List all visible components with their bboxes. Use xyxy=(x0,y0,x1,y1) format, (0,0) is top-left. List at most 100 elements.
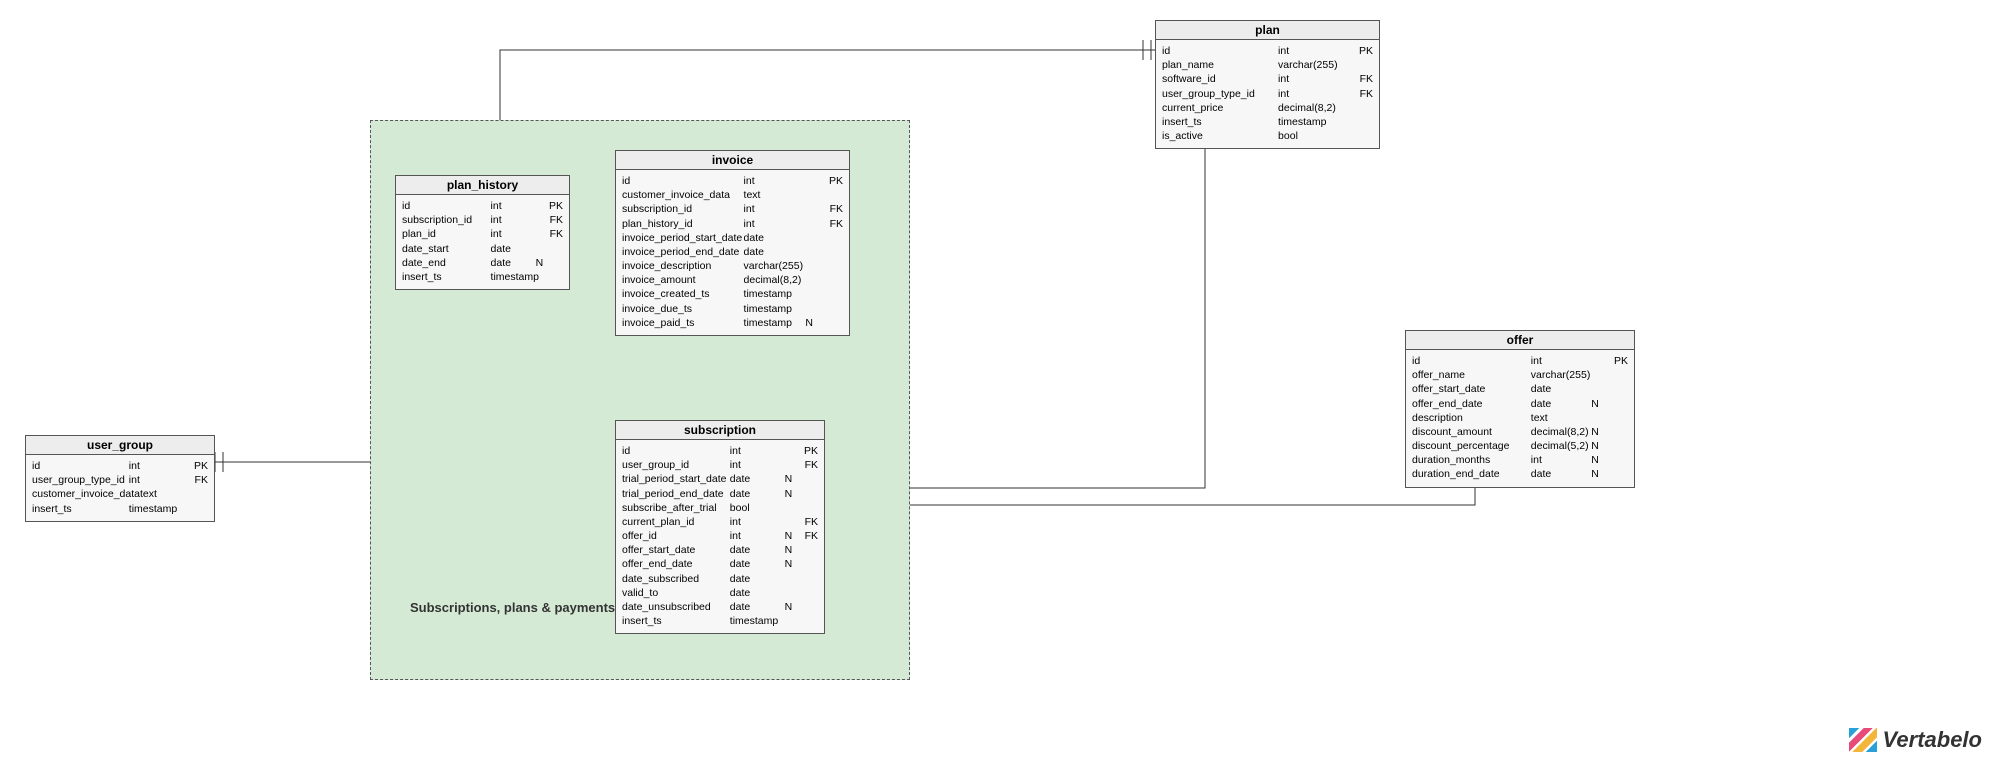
column-name: current_price xyxy=(1162,101,1278,115)
column-name: plan_id xyxy=(402,227,491,241)
column-name: offer_id xyxy=(622,529,730,543)
column-row: trial_period_end_datedateN xyxy=(622,487,818,501)
column-key xyxy=(1606,439,1628,453)
entity-plan-history: plan_history idintPKsubscription_idintFK… xyxy=(395,175,570,290)
column-nullable xyxy=(805,259,820,273)
column-type: int xyxy=(1278,87,1337,101)
column-key xyxy=(1352,58,1373,72)
column-row: invoice_descriptionvarchar(255) xyxy=(622,259,843,273)
column-nullable xyxy=(1337,72,1352,86)
column-key xyxy=(1352,129,1373,143)
column-type: date xyxy=(1531,467,1591,481)
column-row: subscribe_after_trialbool xyxy=(622,501,818,515)
column-type: int xyxy=(730,515,785,529)
column-type: timestamp xyxy=(730,614,785,628)
column-type: decimal(8,2) xyxy=(744,273,806,287)
column-name: invoice_amount xyxy=(622,273,744,287)
entity-title: plan xyxy=(1156,21,1379,40)
column-name: id xyxy=(622,174,744,188)
column-nullable: N xyxy=(1591,425,1606,439)
column-nullable xyxy=(536,213,547,227)
column-nullable xyxy=(785,586,799,600)
column-row: trial_period_start_datedateN xyxy=(622,472,818,486)
column-nullable xyxy=(805,245,820,259)
column-row: insert_tstimestamp xyxy=(622,614,818,628)
column-nullable xyxy=(805,273,820,287)
column-nullable xyxy=(1591,368,1606,382)
column-key xyxy=(1606,467,1628,481)
column-row: date_unsubscribeddateN xyxy=(622,600,818,614)
column-name: trial_period_start_date xyxy=(622,472,730,486)
column-nullable: N xyxy=(1591,453,1606,467)
column-row: idintPK xyxy=(32,459,208,473)
column-name: subscription_id xyxy=(622,202,744,216)
column-name: duration_end_date xyxy=(1412,467,1531,481)
column-row: idintPK xyxy=(622,444,818,458)
column-row: date_subscribeddate xyxy=(622,572,818,586)
entity-columns: idintPKsubscription_idintFKplan_idintFKd… xyxy=(396,195,569,289)
column-row: invoice_paid_tstimestampN xyxy=(622,316,843,330)
column-key: FK xyxy=(190,473,208,487)
column-key xyxy=(1606,411,1628,425)
column-key: FK xyxy=(798,515,818,529)
column-key xyxy=(821,287,843,301)
column-key: PK xyxy=(547,199,563,213)
column-nullable xyxy=(1337,101,1352,115)
column-row: user_group_type_idintFK xyxy=(1162,87,1373,101)
column-name: invoice_period_end_date xyxy=(622,245,744,259)
column-nullable xyxy=(178,473,190,487)
column-row: date_enddateN xyxy=(402,256,563,270)
column-type: decimal(8,2) xyxy=(1531,425,1591,439)
column-row: plan_idintFK xyxy=(402,227,563,241)
column-type: int xyxy=(1531,453,1591,467)
column-nullable xyxy=(805,217,820,231)
column-type: date xyxy=(491,242,536,256)
column-row: invoice_period_end_datedate xyxy=(622,245,843,259)
column-name: is_active xyxy=(1162,129,1278,143)
column-row: invoice_created_tstimestamp xyxy=(622,287,843,301)
column-key: FK xyxy=(798,529,818,543)
column-name: user_group_id xyxy=(622,458,730,472)
column-name: invoice_paid_ts xyxy=(622,316,744,330)
column-row: user_group_idintFK xyxy=(622,458,818,472)
column-type: bool xyxy=(1278,129,1337,143)
entity-title: invoice xyxy=(616,151,849,170)
column-row: current_pricedecimal(8,2) xyxy=(1162,101,1373,115)
column-type: date xyxy=(730,586,785,600)
column-nullable xyxy=(1338,58,1353,72)
column-nullable xyxy=(189,487,201,501)
column-row: software_idintFK xyxy=(1162,72,1373,86)
column-key: FK xyxy=(798,458,818,472)
column-row: discount_percentagedecimal(5,2)N xyxy=(1412,439,1628,453)
column-name: offer_start_date xyxy=(1412,382,1531,396)
column-nullable: N xyxy=(785,600,799,614)
column-type: text xyxy=(140,487,189,501)
column-nullable xyxy=(1591,382,1606,396)
column-name: plan_history_id xyxy=(622,217,744,231)
entity-columns: idintPKplan_namevarchar(255)software_idi… xyxy=(1156,40,1379,148)
column-type: date xyxy=(730,472,785,486)
column-row: valid_todate xyxy=(622,586,818,600)
column-type: date xyxy=(1531,382,1591,396)
column-row: offer_end_datedateN xyxy=(1412,397,1628,411)
column-key xyxy=(798,614,818,628)
column-nullable xyxy=(805,174,820,188)
column-key xyxy=(202,487,220,501)
column-key xyxy=(798,557,818,571)
column-name: insert_ts xyxy=(32,502,129,516)
column-nullable xyxy=(805,302,820,316)
column-nullable: N xyxy=(785,529,799,543)
column-key xyxy=(1352,101,1373,115)
column-key xyxy=(821,188,843,202)
column-type: timestamp xyxy=(129,502,178,516)
entity-subscription: subscription idintPKuser_group_idintFKtr… xyxy=(615,420,825,634)
column-row: customer_invoice_datatext xyxy=(622,188,843,202)
column-key xyxy=(798,501,818,515)
column-name: discount_amount xyxy=(1412,425,1531,439)
column-row: idintPK xyxy=(622,174,843,188)
vertabelo-logo: Vertabelo xyxy=(1849,727,1982,753)
column-row: is_activebool xyxy=(1162,129,1373,143)
column-row: plan_namevarchar(255) xyxy=(1162,58,1373,72)
column-nullable xyxy=(536,227,547,241)
column-key xyxy=(1352,115,1373,129)
